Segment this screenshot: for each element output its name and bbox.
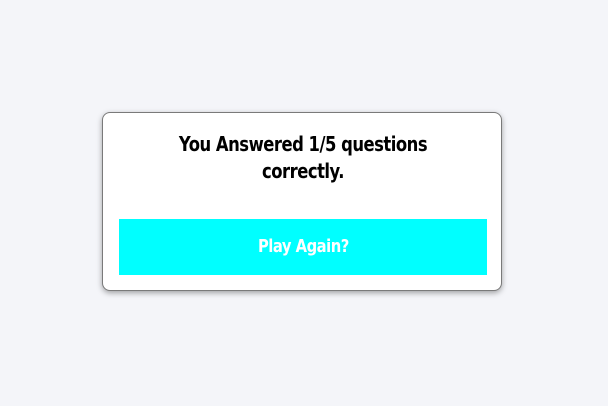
play-again-button[interactable]: Play Again? xyxy=(119,219,487,275)
score-message: You Answered 1/5 questions correctly. xyxy=(178,132,428,183)
result-dialog: You Answered 1/5 questions correctly. Pl… xyxy=(102,112,502,291)
play-again-label: Play Again? xyxy=(257,236,349,257)
